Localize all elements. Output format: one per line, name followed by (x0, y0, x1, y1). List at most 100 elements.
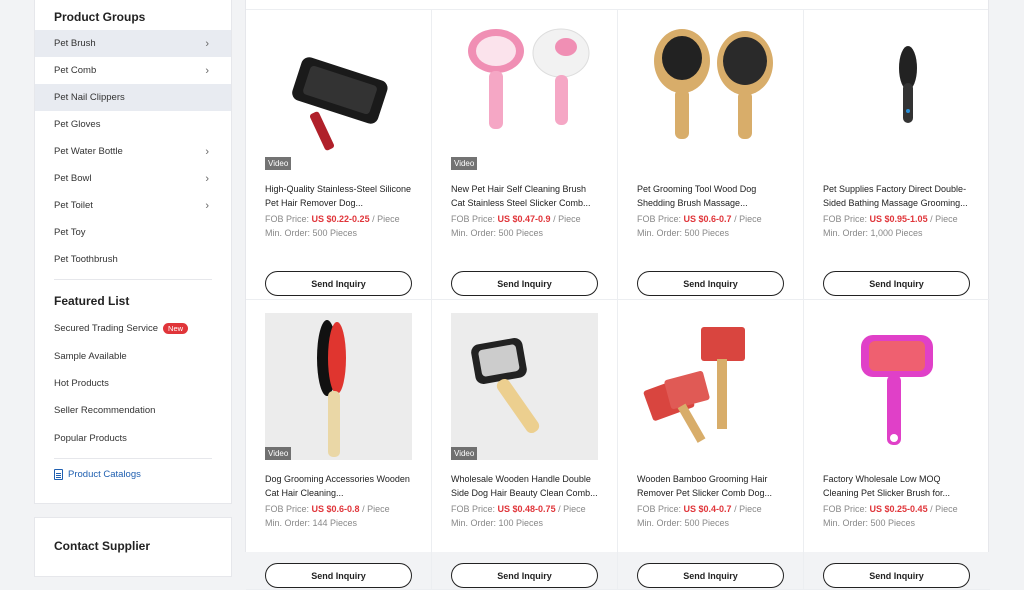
price-unit: / Piece (558, 504, 586, 514)
product-title[interactable]: Wholesale Wooden Handle Double Side Dog … (451, 472, 598, 500)
red-slicker-set-image (643, 327, 745, 443)
product-title[interactable]: New Pet Hair Self Cleaning Brush Cat Sta… (451, 182, 598, 210)
product-image[interactable]: Video (265, 313, 412, 460)
min-order: Min. Order: 500 Pieces (637, 228, 730, 238)
product-title[interactable]: Pet Grooming Tool Wood Dog Shedding Brus… (637, 182, 784, 210)
sidebar-item-pet-bowl[interactable]: Pet Bowl › (35, 165, 231, 192)
product-card[interactable]: Pet Supplies Factory Direct Double-Sided… (804, 10, 990, 300)
product-grid-panel: Video High-Quality Stainless-Steel Silico… (245, 0, 990, 590)
sidebar-item-label: Pet Brush (54, 38, 96, 49)
product-catalogs-link[interactable]: Product Catalogs (35, 459, 231, 490)
product-image[interactable]: Video (265, 23, 412, 170)
fob-price-label: FOB Price: (265, 504, 310, 514)
chevron-right-icon: › (205, 172, 209, 185)
video-badge: Video (451, 447, 478, 460)
product-card[interactable]: Video High-Quality Stainless-Steel Silico… (246, 10, 432, 300)
featured-item-sample-available[interactable]: Sample Available (35, 342, 231, 369)
price-unit: / Piece (930, 504, 958, 514)
send-inquiry-button[interactable]: Send Inquiry (451, 563, 598, 588)
send-inquiry-button[interactable]: Send Inquiry (265, 563, 412, 588)
product-title[interactable]: Factory Wholesale Low MOQ Cleaning Pet S… (823, 472, 971, 500)
grid-top-border (246, 0, 988, 10)
featured-item-label: Hot Products (54, 377, 109, 389)
chevron-right-icon: › (205, 199, 209, 212)
fob-price-label: FOB Price: (823, 504, 868, 514)
send-inquiry-button[interactable]: Send Inquiry (451, 271, 598, 296)
document-icon (54, 468, 63, 480)
price-value: US $0.48-0.75 (497, 504, 556, 514)
fob-price: FOB Price: US $0.47-0.9 / Piece (451, 214, 598, 224)
product-title[interactable]: High-Quality Stainless-Steel Silicone Pe… (265, 182, 412, 210)
sidebar-item-pet-water-bottle[interactable]: Pet Water Bottle › (35, 138, 231, 165)
chevron-right-icon: › (205, 37, 209, 50)
send-inquiry-button[interactable]: Send Inquiry (637, 563, 784, 588)
product-image[interactable] (637, 313, 784, 460)
price-unit: / Piece (734, 504, 762, 514)
sidebar-item-pet-toy[interactable]: Pet Toy (35, 219, 231, 246)
price-value: US $0.6-0.7 (683, 214, 732, 224)
price-value: US $0.25-0.45 (869, 504, 928, 514)
contact-supplier-title: Contact Supplier (54, 539, 151, 553)
product-title[interactable]: Dog Grooming Accessories Wooden Cat Hair… (265, 472, 412, 500)
sidebar-item-label: Pet Toothbrush (54, 254, 118, 265)
featured-item-popular-products[interactable]: Popular Products (35, 425, 231, 452)
sidebar-item-pet-toilet[interactable]: Pet Toilet › (35, 192, 231, 219)
product-card[interactable]: Video Dog Grooming Accessories Wooden Cat… (246, 300, 432, 590)
send-inquiry-button[interactable]: Send Inquiry (823, 563, 970, 588)
black-slicker-brush-image (292, 57, 388, 151)
product-image[interactable]: Video (451, 313, 598, 460)
sidebar-item-label: Pet Comb (54, 65, 97, 76)
featured-item-label: Sample Available (54, 350, 127, 362)
product-groups-list: Pet Brush › Pet Comb › Pet Nail Clippers Pet … (35, 30, 231, 273)
fob-price: FOB Price: US $0.6-0.7 / Piece (637, 214, 784, 224)
min-order: Min. Order: 1,000 Pieces (823, 228, 923, 238)
product-image[interactable]: Video (451, 23, 598, 170)
product-catalogs-label: Product Catalogs (68, 468, 141, 480)
product-card[interactable]: Wooden Bamboo Grooming Hair Remover Pet … (618, 300, 804, 590)
price-value: US $0.95-1.05 (869, 214, 928, 224)
featured-item-seller-recommendation[interactable]: Seller Recommendation (35, 397, 231, 424)
product-card[interactable]: Video Wholesale Wooden Handle Double Side… (432, 300, 618, 590)
fob-price: FOB Price: US $0.6-0.8 / Piece (265, 504, 412, 514)
fob-price-label: FOB Price: (265, 214, 310, 224)
sidebar: Product Groups Pet Brush › Pet Comb › Pet Na… (34, 0, 232, 577)
featured-item-secured-trading-service[interactable]: Secured Trading Service New (35, 315, 231, 342)
sidebar-item-pet-toothbrush[interactable]: Pet Toothbrush (35, 246, 231, 273)
fob-price-label: FOB Price: (637, 214, 682, 224)
min-order: Min. Order: 500 Pieces (451, 228, 544, 238)
send-inquiry-button[interactable]: Send Inquiry (823, 271, 970, 296)
sidebar-item-label: Pet Gloves (54, 119, 101, 130)
sidebar-item-pet-gloves[interactable]: Pet Gloves (35, 111, 231, 138)
product-title[interactable]: Wooden Bamboo Grooming Hair Remover Pet … (637, 472, 784, 500)
sidebar-item-pet-brush[interactable]: Pet Brush › (35, 30, 231, 57)
featured-item-label: Popular Products (54, 432, 127, 444)
fob-price-label: FOB Price: (637, 504, 682, 514)
fob-price: FOB Price: US $0.22-0.25 / Piece (265, 214, 412, 224)
product-card[interactable]: Factory Wholesale Low MOQ Cleaning Pet S… (804, 300, 990, 590)
contact-supplier-panel: Contact Supplier (34, 517, 232, 577)
sidebar-item-label: Pet Nail Clippers (54, 92, 125, 103)
send-inquiry-button[interactable]: Send Inquiry (637, 271, 784, 296)
chevron-right-icon: › (205, 64, 209, 77)
product-image[interactable] (823, 313, 970, 460)
send-inquiry-button[interactable]: Send Inquiry (265, 271, 412, 296)
featured-item-hot-products[interactable]: Hot Products (35, 370, 231, 397)
sidebar-item-pet-comb[interactable]: Pet Comb › (35, 57, 231, 84)
featured-list-title: Featured List (54, 294, 130, 308)
product-image[interactable] (637, 23, 784, 170)
pink-self-cleaning-brush-image (468, 28, 590, 129)
new-badge: New (163, 322, 189, 335)
product-image[interactable] (823, 23, 970, 170)
sidebar-panel: Product Groups Pet Brush › Pet Comb › Pet Na… (34, 0, 232, 504)
wooden-pin-brush-image (265, 313, 412, 460)
fob-price: FOB Price: US $0.4-0.7 / Piece (637, 504, 784, 514)
featured-item-label: Seller Recommendation (54, 405, 156, 417)
min-order: Min. Order: 144 Pieces (265, 518, 358, 528)
product-title[interactable]: Pet Supplies Factory Direct Double-Sided… (823, 182, 971, 210)
pink-slicker-brush-image (861, 335, 933, 445)
sidebar-item-pet-nail-clippers[interactable]: Pet Nail Clippers (35, 84, 231, 111)
video-badge: Video (265, 447, 292, 460)
product-card[interactable]: Video New Pet Hair Self Cleaning Brush Ca… (432, 10, 618, 300)
video-badge: Video (451, 157, 478, 170)
product-card[interactable]: Pet Grooming Tool Wood Dog Shedding Brus… (618, 10, 804, 300)
